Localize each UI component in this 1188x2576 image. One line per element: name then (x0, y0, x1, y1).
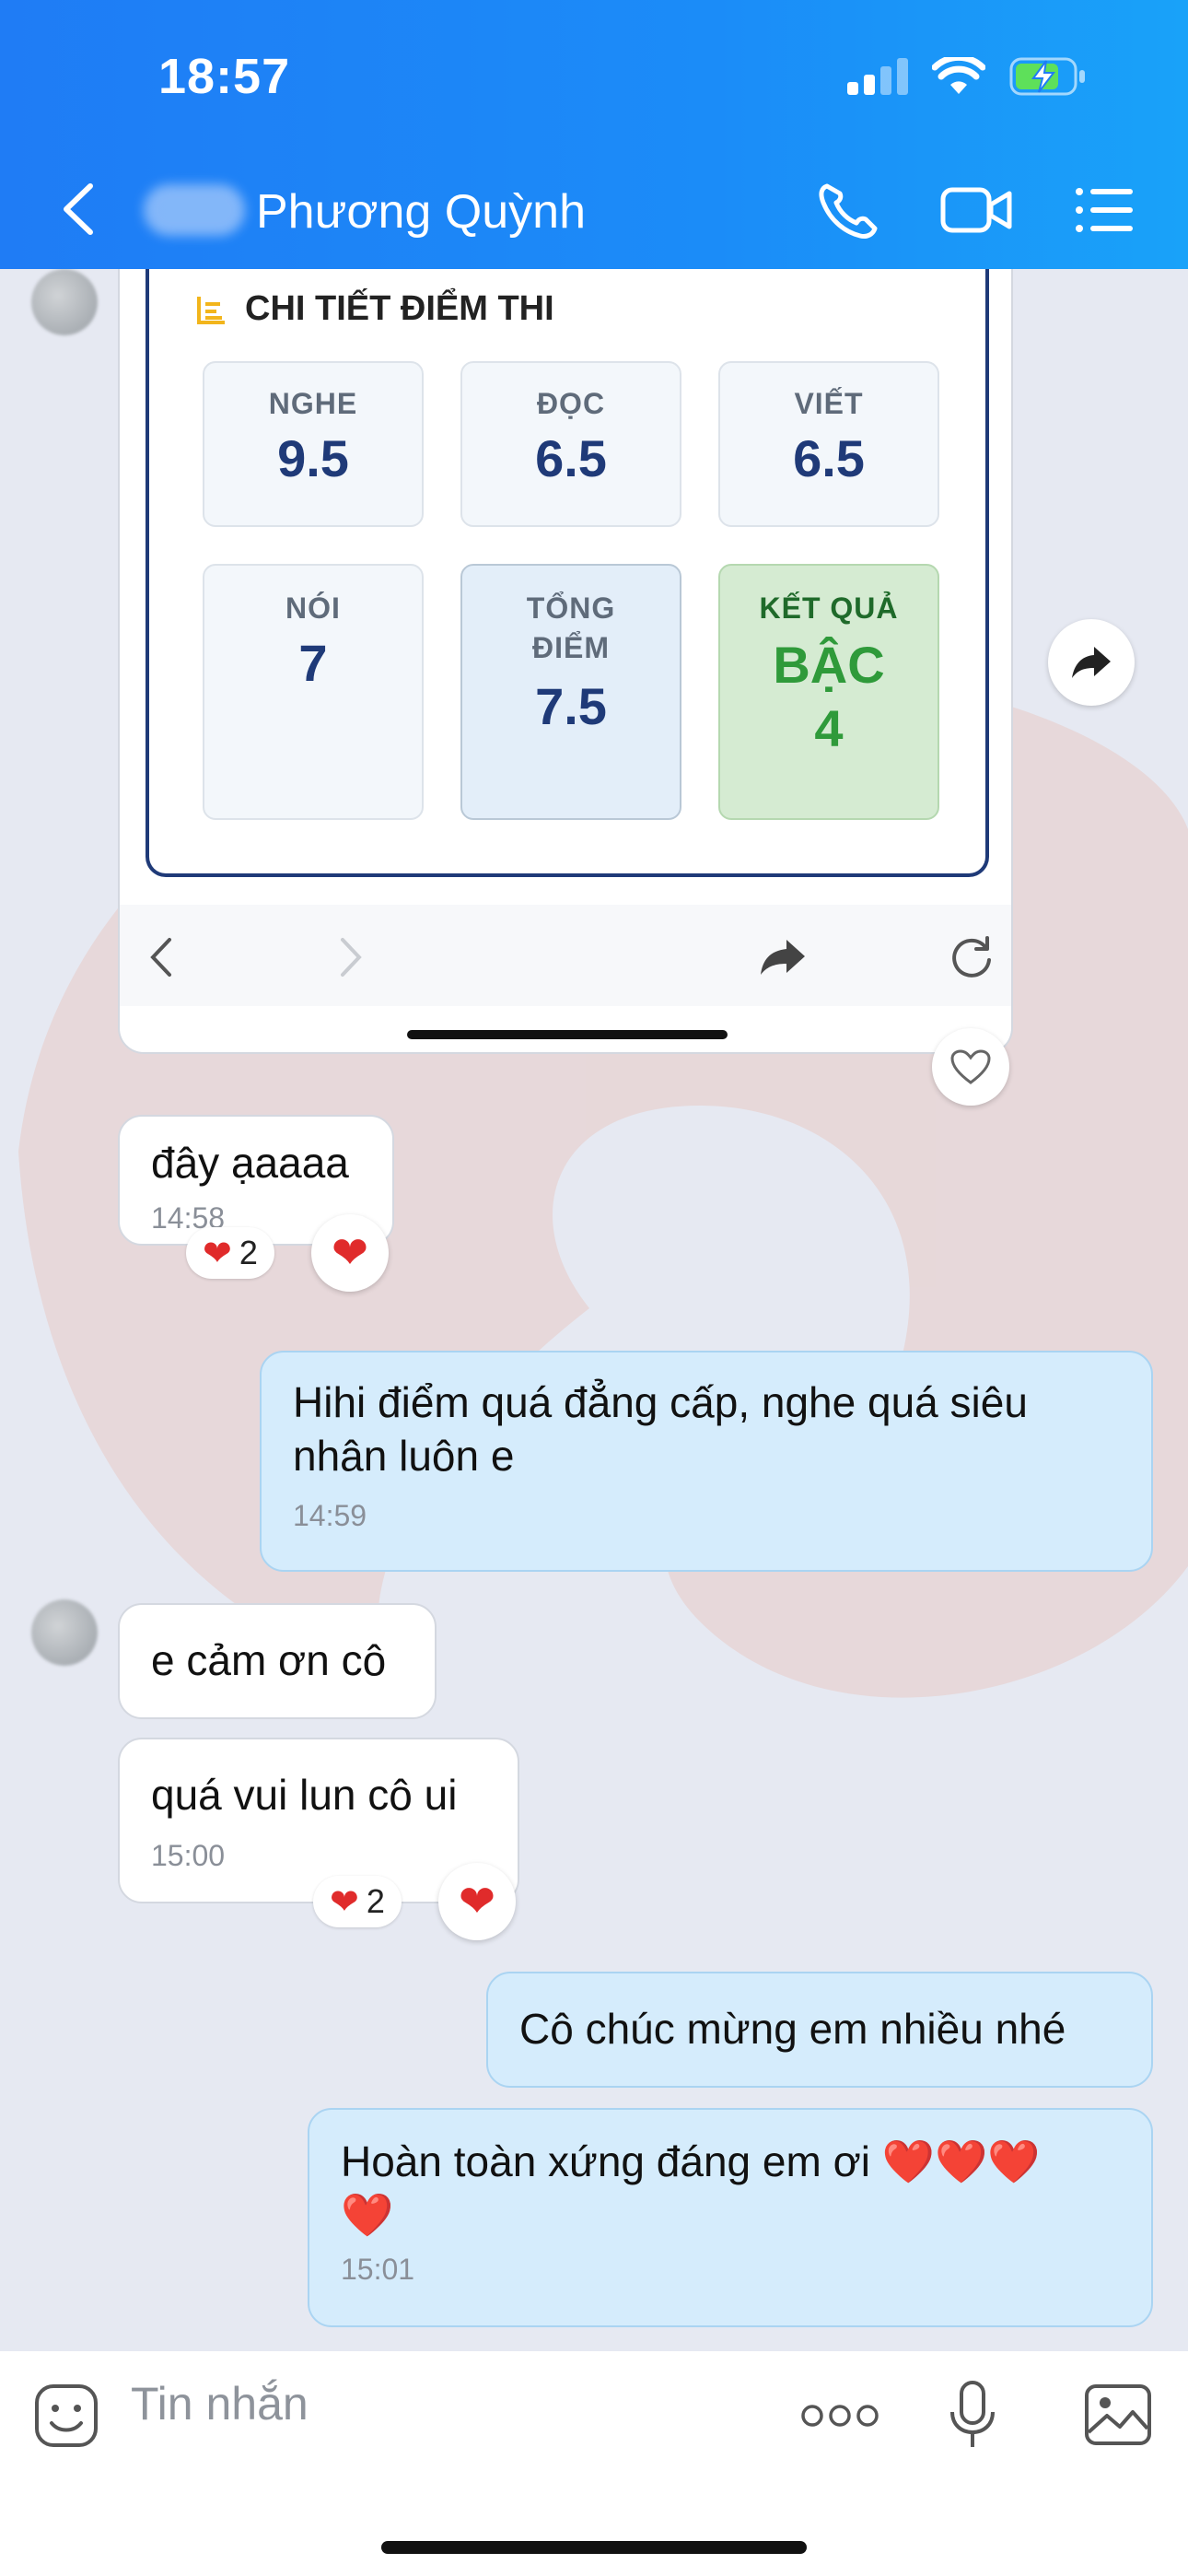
browser-share-icon[interactable] (759, 938, 807, 977)
video-call-icon[interactable] (939, 181, 1013, 240)
message-outgoing[interactable]: Hihi điểm quá đẳng cấp, nghe quá siêu nh… (260, 1351, 1153, 1572)
message-text: đây ạaaaa (151, 1139, 349, 1187)
score-label: VIẾT (794, 387, 864, 420)
contact-name[interactable]: Phương Quỳnh (256, 184, 586, 240)
score-value: 6.5 (535, 429, 607, 487)
sticker-icon[interactable] (33, 2383, 99, 2449)
card-browser-controls (120, 905, 1011, 1006)
message-text: ❤️ (341, 2190, 394, 2239)
card-title-text: CHI TIẾT ĐIỂM THI (245, 289, 554, 328)
exam-result-card: CHI TIẾT ĐIỂM THI NGHE 9.5 ĐỌC 6.5 VIẾT … (146, 269, 989, 877)
status-time: 18:57 (158, 49, 291, 104)
score-result: KẾT QUẢ BẬC 4 (718, 564, 939, 820)
message-text: Cô chúc mừng em nhiều nhé (519, 2005, 1066, 2053)
heart-icon: ❤ (331, 1229, 369, 1278)
chat-messages[interactable]: CHI TIẾT ĐIỂM THI NGHE 9.5 ĐỌC 6.5 VIẾT … (0, 269, 1188, 2351)
more-options-icon[interactable] (799, 2403, 880, 2429)
react-heart-button[interactable]: ❤ (311, 1214, 389, 1292)
signal-icon (847, 58, 908, 95)
message-text: quá vui lun cô ui (151, 1771, 458, 1819)
contact-avatar[interactable] (31, 1599, 98, 1666)
heart-icon: ❤ (458, 1878, 496, 1926)
card-home-indicator (407, 1030, 728, 1039)
score-listening: NGHE 9.5 (203, 361, 424, 527)
shared-result-card-message[interactable]: CHI TIẾT ĐIỂM THI NGHE 9.5 ĐỌC 6.5 VIẾT … (118, 269, 1013, 1054)
message-text: nhân luôn e (293, 1431, 515, 1480)
heart-icon: ❤ (330, 1882, 359, 1922)
image-picker-icon[interactable] (1083, 2383, 1153, 2447)
score-value: 7 (298, 634, 328, 692)
score-label: NGHE (268, 387, 358, 420)
message-incoming[interactable]: e cảm ơn cô (118, 1603, 437, 1719)
browser-reload-icon[interactable] (949, 934, 995, 980)
result-level: BẬC (773, 636, 885, 694)
reaction-count[interactable]: ❤ 2 (186, 1227, 274, 1279)
forward-button[interactable] (1048, 619, 1135, 706)
score-value: 9.5 (277, 429, 349, 487)
home-indicator (381, 2541, 807, 2554)
reaction-count-value: 2 (239, 1234, 258, 1271)
message-time: 15:00 (151, 1838, 226, 1872)
browser-back-icon[interactable] (147, 936, 175, 978)
message-input-bar: Tin nhắn (0, 2351, 1188, 2576)
score-label: NÓI (285, 591, 341, 625)
card-title: CHI TIẾT ĐIỂM THI (195, 289, 554, 329)
chart-icon (197, 296, 225, 324)
score-speaking: NÓI 7 (203, 564, 424, 820)
reaction-count-value: 2 (366, 1882, 385, 1920)
forward-icon (1072, 647, 1111, 678)
score-total: TỔNG ĐIỂM 7.5 (460, 564, 681, 820)
message-text: Hihi điểm quá đẳng cấp, nghe quá siêu (293, 1378, 1028, 1426)
contact-name-blurred (144, 184, 245, 236)
heart-icon: ❤ (203, 1234, 232, 1273)
score-value: 6.5 (793, 429, 865, 487)
message-input[interactable]: Tin nhắn (131, 2377, 309, 2430)
heart-outline-icon (950, 1049, 991, 1084)
score-label: KẾT QUẢ (759, 591, 899, 625)
react-heart-button[interactable]: ❤ (438, 1863, 516, 1940)
contact-avatar[interactable] (31, 269, 98, 335)
microphone-icon[interactable] (949, 2379, 996, 2453)
message-outgoing[interactable]: Hoàn toàn xứng đáng em ơi ❤️❤️❤️ ❤️ 15:0… (308, 2108, 1153, 2327)
chat-header: 18:57 Phương Quỳnh (0, 0, 1188, 269)
message-text: Hoàn toàn xứng đáng em ơi ❤️❤️❤️ (341, 2137, 1041, 2185)
score-label: TỔNG (526, 591, 616, 625)
message-outgoing[interactable]: Cô chúc mừng em nhiều nhé (486, 1972, 1153, 2088)
score-label: ĐỌC (536, 387, 606, 420)
menu-list-icon[interactable] (1074, 181, 1135, 240)
score-value: 7.5 (535, 677, 607, 735)
message-time: 15:01 (341, 2253, 415, 2286)
message-time: 14:59 (293, 1499, 367, 1532)
phone-call-icon[interactable] (814, 181, 882, 240)
score-reading: ĐỌC 6.5 (460, 361, 681, 527)
battery-charging-icon (1009, 57, 1085, 96)
reaction-count[interactable]: ❤ 2 (313, 1876, 402, 1927)
message-text: e cảm ơn cô (151, 1636, 387, 1684)
status-icons (847, 57, 1087, 96)
score-writing: VIẾT 6.5 (718, 361, 939, 527)
result-level-number: 4 (814, 699, 844, 757)
score-label: ĐIỂM (532, 631, 610, 664)
back-icon[interactable] (57, 181, 103, 238)
browser-forward-icon[interactable] (337, 936, 365, 978)
react-heart-button[interactable] (932, 1028, 1009, 1106)
wifi-icon (932, 57, 985, 94)
